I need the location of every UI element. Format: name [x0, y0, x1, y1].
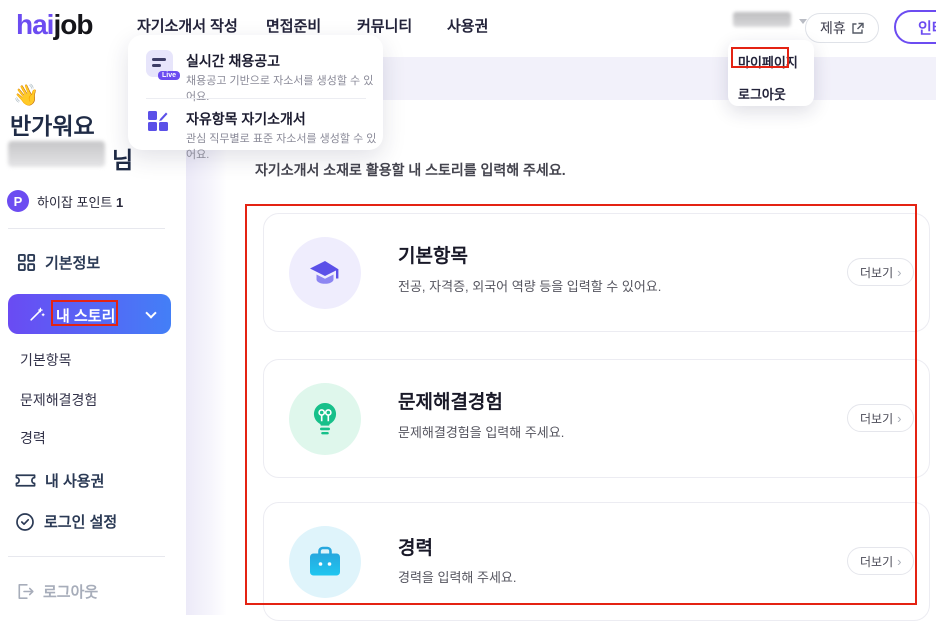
logo-hai: hai	[16, 9, 53, 40]
name-suffix: 님	[112, 141, 133, 175]
card-desc: 문제해결경험을 입력해 주세요.	[398, 422, 564, 441]
sidebar-item-login-settings[interactable]: 로그인 설정	[15, 511, 117, 532]
points-value: 1	[116, 195, 123, 210]
sidebar-item-label: 내 사용권	[45, 470, 104, 491]
menu-item-mypage[interactable]: 마이페이지	[738, 52, 798, 71]
magic-wand-icon	[28, 305, 46, 323]
card-title: 기본항목	[398, 241, 468, 268]
nav-community[interactable]: 커뮤니티	[357, 15, 412, 36]
points-label: 하이잡 포인트 1	[37, 192, 123, 211]
partner-button[interactable]: 제휴	[805, 13, 879, 43]
card-title: 문제해결경험	[398, 387, 503, 414]
sidebar-item-label: 내 스토리	[56, 305, 115, 326]
sidebar-subitem-career[interactable]: 경력	[20, 428, 46, 448]
sidebar-item-my-story[interactable]: 내 스토리	[8, 294, 171, 334]
live-badge: Live	[158, 71, 180, 80]
card-icon-circle	[289, 383, 361, 455]
ticket-icon	[15, 472, 36, 489]
card-icon-circle	[289, 237, 361, 309]
sidebar-edge-gradient	[186, 100, 227, 615]
interview-button[interactable]: 인터뷰	[894, 10, 936, 44]
graduation-cap-icon	[305, 253, 345, 293]
sidebar-item-logout[interactable]: 로그아웃	[15, 581, 98, 602]
more-label: 더보기	[860, 553, 893, 570]
more-button-basic-items[interactable]: 더보기 ›	[847, 258, 914, 286]
sidebar-item-basic-info[interactable]: 기본정보	[17, 252, 100, 273]
sidebar-item-label: 기본정보	[45, 252, 100, 273]
sidebar-item-my-license[interactable]: 내 사용권	[15, 470, 104, 491]
external-link-icon	[851, 22, 864, 35]
sidebar-subitem-problem-solving[interactable]: 문제해결경험	[20, 390, 97, 410]
logo-job: job	[53, 9, 92, 40]
greeting-text: 반가워요	[10, 107, 95, 141]
dropdown-item-live-posting-desc: 채용공고 기반으로 자소서를 생성할 수 있어요.	[186, 72, 383, 104]
card-desc: 경력을 입력해 주세요.	[398, 567, 516, 586]
card-problem-solving[interactable]: 문제해결경험 문제해결경험을 입력해 주세요. 더보기 ›	[263, 359, 930, 478]
menu-item-logout-top[interactable]: 로그아웃	[738, 84, 786, 103]
card-career[interactable]: 경력 경력을 입력해 주세요. 더보기 ›	[263, 502, 930, 621]
more-label: 더보기	[860, 410, 893, 427]
briefcase-icon	[305, 544, 345, 580]
card-basic-items[interactable]: 기본항목 전공, 자격증, 외국어 역량 등을 입력할 수 있어요. 더보기 ›	[263, 213, 930, 332]
card-title: 경력	[398, 533, 433, 560]
more-button-problem-solving[interactable]: 더보기 ›	[847, 404, 914, 432]
points-row: P 하이잡 포인트 1	[7, 190, 123, 212]
partner-label: 제휴	[820, 18, 846, 38]
live-job-posting-icon: Live	[146, 50, 173, 77]
sidebar-divider	[8, 228, 165, 229]
dropdown-item-free-form-desc: 관심 직무별로 표준 자소서를 생성할 수 있어요.	[186, 130, 383, 162]
wave-emoji: 👋	[13, 84, 39, 108]
chevron-right-icon: ›	[897, 554, 901, 569]
card-desc: 전공, 자격증, 외국어 역량 등을 입력할 수 있어요.	[398, 276, 661, 295]
sidebar-subitem-basic-items[interactable]: 기본항목	[20, 350, 72, 370]
nav-interview-prep[interactable]: 면접준비	[266, 15, 321, 36]
haijob-logo[interactable]: haijob	[16, 9, 92, 41]
interview-label: 인터뷰	[918, 17, 936, 38]
card-icon-circle	[289, 526, 361, 598]
nav-license[interactable]: 사용권	[447, 15, 488, 36]
dropdown-item-free-form[interactable]: 자유항목 자기소개서	[186, 109, 306, 129]
lightbulb-icon	[306, 399, 344, 439]
haijob-mypage-screen: { "header": { "logo_hai": "hai", "logo_j…	[0, 0, 936, 615]
user-menu-dropdown: 마이페이지 로그아웃	[728, 40, 814, 106]
grid-icon	[17, 253, 36, 272]
shield-check-icon	[15, 512, 35, 532]
more-label: 더보기	[860, 264, 893, 281]
resume-writing-dropdown: Live 실시간 채용공고 채용공고 기반으로 자소서를 생성할 수 있어요. …	[128, 35, 383, 150]
point-badge-icon: P	[7, 190, 29, 212]
chevron-right-icon: ›	[897, 265, 901, 280]
sidebar-divider	[8, 556, 165, 557]
more-button-career[interactable]: 더보기 ›	[847, 547, 914, 575]
dropdown-divider	[146, 98, 366, 99]
my-story-intro-text: 자기소개서 소재로 활용할 내 스토리를 입력해 주세요.	[255, 160, 566, 180]
username-blurred[interactable]	[733, 12, 791, 27]
user-name-blurred	[8, 141, 105, 167]
logout-icon	[15, 582, 34, 601]
nav-resume-writing[interactable]: 자기소개서 작성	[137, 15, 238, 36]
chevron-down-icon	[145, 307, 156, 318]
sidebar-item-label: 로그아웃	[43, 581, 98, 602]
free-form-resume-icon	[146, 108, 170, 132]
sidebar-item-label: 로그인 설정	[44, 511, 117, 532]
dropdown-item-live-posting[interactable]: 실시간 채용공고	[186, 51, 280, 71]
chevron-right-icon: ›	[897, 411, 901, 426]
